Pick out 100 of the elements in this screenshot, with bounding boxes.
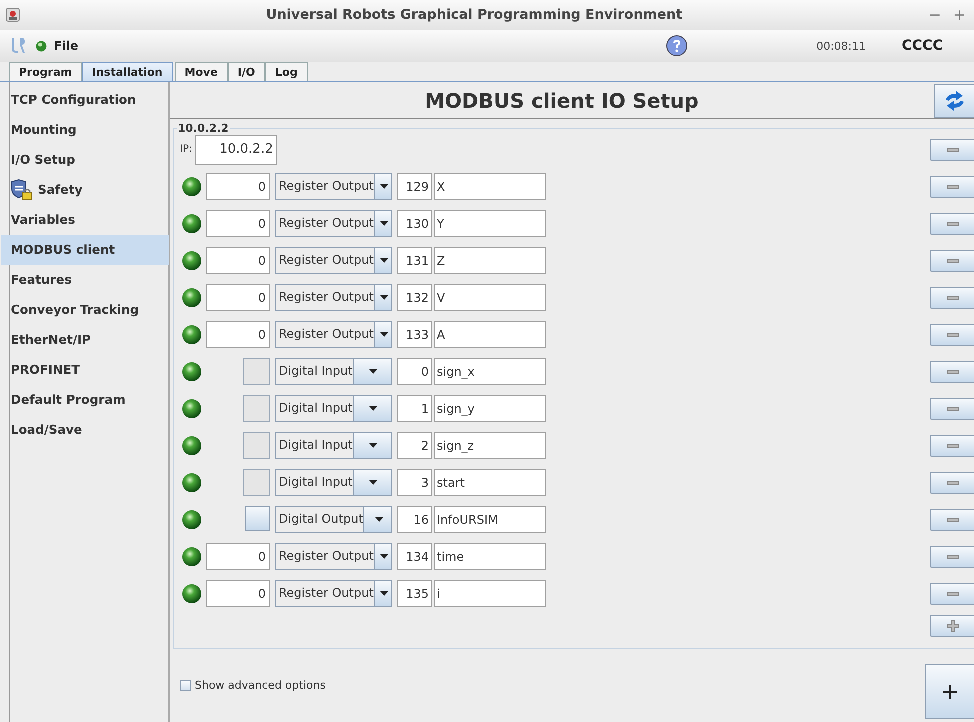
signal-name-field[interactable]: Y: [434, 210, 546, 237]
sidebar-item[interactable]: Safety: [1, 175, 169, 205]
remove-signal-button[interactable]: [930, 508, 974, 530]
address-field[interactable]: 3: [397, 469, 432, 496]
signal-type-dropdown[interactable]: Digital Input: [275, 432, 392, 459]
help-icon[interactable]: [666, 35, 688, 57]
value-field[interactable]: 0: [206, 173, 270, 200]
sidebar-item[interactable]: MODBUS client: [1, 235, 169, 265]
window-title: Universal Robots Graphical Programming Environment: [265, 7, 684, 23]
remove-signal-button[interactable]: [930, 250, 974, 272]
signal-type-dropdown[interactable]: Register Output: [275, 173, 392, 200]
add-unit-button[interactable]: [925, 664, 974, 719]
signal-name-field[interactable]: InfoURSIM: [434, 506, 546, 533]
signal-type-dropdown[interactable]: Digital Input: [275, 469, 392, 496]
sidebar-item[interactable]: Features: [1, 265, 169, 295]
address-field[interactable]: 0: [397, 358, 432, 385]
status-led-icon: [182, 176, 202, 196]
remove-signal-button[interactable]: [930, 176, 974, 198]
status-led-icon: [36, 40, 47, 52]
address-field[interactable]: 130: [397, 210, 432, 237]
plus-icon: [943, 684, 957, 698]
minus-icon: [946, 518, 958, 522]
remove-signal-button[interactable]: [930, 324, 974, 346]
minus-icon: [946, 148, 958, 152]
unit-legend: 10.0.2.2: [177, 122, 230, 135]
remove-signal-button[interactable]: [930, 472, 974, 494]
signal-type-dropdown[interactable]: Register Output: [275, 321, 392, 348]
sidebar-item[interactable]: Variables: [1, 205, 169, 235]
signal-type-dropdown[interactable]: Register Output: [275, 580, 392, 607]
value-field[interactable]: 0: [206, 247, 270, 274]
output-toggle-button[interactable]: [245, 506, 270, 531]
address-field[interactable]: 16: [397, 506, 432, 533]
remove-unit-button[interactable]: [930, 138, 974, 160]
signal-name-field[interactable]: time: [434, 543, 546, 570]
signal-type-dropdown[interactable]: Register Output: [275, 284, 392, 311]
remove-signal-button[interactable]: [930, 286, 974, 308]
remove-signal-button[interactable]: [930, 212, 974, 234]
value-field[interactable]: 0: [206, 580, 270, 607]
signal-name-field[interactable]: Z: [434, 247, 546, 274]
ip-field[interactable]: 10.0.2.2: [195, 134, 278, 164]
signal-name-field[interactable]: A: [434, 321, 546, 348]
add-signal-button[interactable]: [930, 615, 974, 637]
address-field[interactable]: 129: [397, 173, 432, 200]
address-field[interactable]: 2: [397, 432, 432, 459]
signal-name-field[interactable]: V: [434, 284, 546, 311]
address-field[interactable]: 1: [397, 395, 432, 422]
signal-type-dropdown[interactable]: Register Output: [275, 543, 392, 570]
minus-icon: [946, 258, 958, 262]
sidebar-item[interactable]: PROFINET: [1, 355, 169, 385]
dropdown-arrow-icon: [369, 369, 378, 374]
input-state-box: [243, 432, 270, 459]
sidebar-item[interactable]: Conveyor Tracking: [1, 295, 169, 325]
sidebar-item[interactable]: Mounting: [1, 115, 169, 145]
minus-icon: [946, 554, 958, 558]
signal-name-field[interactable]: i: [434, 580, 546, 607]
tab[interactable]: Log: [265, 62, 308, 81]
tab[interactable]: Move: [174, 62, 228, 81]
elapsed-time: 00:08:11: [816, 40, 866, 52]
remove-signal-button[interactable]: [930, 360, 974, 382]
sidebar-item[interactable]: Load/Save: [1, 415, 169, 445]
signal-name-field[interactable]: sign_y: [434, 395, 546, 422]
value-field[interactable]: 0: [206, 210, 270, 237]
signal-type-dropdown[interactable]: Digital Input: [275, 395, 392, 422]
tab[interactable]: Program: [9, 62, 82, 81]
value-field[interactable]: 0: [206, 321, 270, 348]
remove-signal-button[interactable]: [930, 546, 974, 568]
signal-name-field[interactable]: sign_z: [434, 432, 546, 459]
remove-signal-button[interactable]: [930, 582, 974, 604]
signal-name-field[interactable]: start: [434, 469, 546, 496]
tab[interactable]: I/O: [228, 62, 266, 81]
window-control-button[interactable]: −: [928, 6, 942, 24]
refresh-button[interactable]: [934, 84, 974, 118]
remove-signal-button[interactable]: [930, 398, 974, 420]
status-led-icon: [182, 288, 202, 308]
advanced-options-checkbox[interactable]: [180, 680, 191, 691]
address-field[interactable]: 135: [397, 580, 432, 607]
sidebar-item[interactable]: I/O Setup: [1, 145, 169, 175]
sidebar-item[interactable]: Default Program: [1, 385, 169, 415]
address-field[interactable]: 132: [397, 284, 432, 311]
sidebar-item[interactable]: TCP Configuration: [1, 85, 169, 115]
file-menu[interactable]: File: [54, 39, 79, 53]
signal-type-dropdown[interactable]: Register Output: [275, 210, 392, 237]
value-field[interactable]: 0: [206, 284, 270, 311]
status-led-icon: [182, 436, 202, 456]
tab[interactable]: Installation: [82, 62, 173, 81]
sidebar-item[interactable]: EtherNet/IP: [1, 325, 169, 355]
dropdown-arrow-icon: [380, 184, 389, 189]
window-control-button[interactable]: +: [953, 6, 966, 24]
minus-icon: [946, 480, 958, 484]
remove-signal-button[interactable]: [930, 434, 974, 456]
signal-name-field[interactable]: sign_x: [434, 358, 546, 385]
signal-type-dropdown[interactable]: Digital Input: [275, 358, 392, 385]
address-field[interactable]: 133: [397, 321, 432, 348]
signal-name-field[interactable]: X: [434, 173, 546, 200]
address-field[interactable]: 134: [397, 543, 432, 570]
signal-type-dropdown[interactable]: Register Output: [275, 247, 392, 274]
address-field[interactable]: 131: [397, 247, 432, 274]
dropdown-arrow-icon: [380, 332, 389, 337]
value-field[interactable]: 0: [206, 543, 270, 570]
signal-type-dropdown[interactable]: Digital Output: [275, 506, 392, 533]
